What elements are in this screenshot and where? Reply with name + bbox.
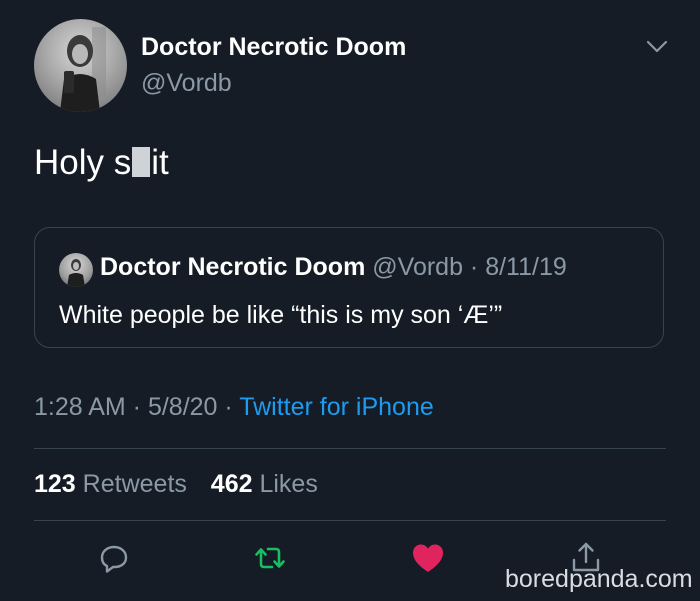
quoted-tweet-header: Doctor Necrotic Doom @Vordb · 8/11/19 bbox=[100, 253, 567, 282]
avatar-photo-icon bbox=[60, 27, 106, 112]
quoted-tweet-card[interactable]: Doctor Necrotic Doom @Vordb · 8/11/19 Wh… bbox=[34, 227, 664, 348]
censor-block bbox=[132, 147, 151, 177]
reply-icon[interactable] bbox=[96, 540, 132, 576]
tweet-meta: 1:28 AM · 5/8/20 · Twitter for iPhone bbox=[34, 393, 434, 422]
tweet-text-end: it bbox=[151, 143, 169, 182]
quoted-tweet-meta: @Vordb · 8/11/19 bbox=[372, 253, 567, 281]
engagement-stats: 123 Retweets 462 Likes bbox=[34, 470, 318, 499]
likes-label: Likes bbox=[259, 470, 318, 498]
author-handle[interactable]: @Vordb bbox=[141, 69, 232, 98]
tweet-source-link[interactable]: Twitter for iPhone bbox=[239, 393, 434, 421]
author-avatar[interactable] bbox=[34, 19, 127, 112]
retweets-label: Retweets bbox=[82, 470, 187, 498]
retweets-count: 123 bbox=[34, 470, 76, 498]
watermark: boredpanda.com bbox=[505, 565, 693, 593]
likes-count: 462 bbox=[210, 470, 253, 498]
tweet-text: Holy s it bbox=[34, 143, 169, 183]
divider bbox=[34, 448, 666, 449]
quoted-tweet-text: White people be like “this is my son ‘Æ’… bbox=[59, 301, 503, 329]
chevron-down-icon[interactable] bbox=[646, 40, 668, 54]
quoted-author-avatar bbox=[59, 253, 93, 287]
heart-icon[interactable] bbox=[410, 540, 446, 576]
avatar-photo-icon bbox=[67, 259, 85, 287]
likes-stat[interactable]: 462 Likes bbox=[211, 470, 318, 498]
tweet-text-start: Holy s bbox=[34, 143, 132, 182]
divider bbox=[34, 520, 666, 521]
author-display-name[interactable]: Doctor Necrotic Doom bbox=[141, 33, 406, 62]
tweet-timestamp[interactable]: 1:28 AM · 5/8/20 · bbox=[34, 393, 239, 421]
quoted-author-name: Doctor Necrotic Doom bbox=[100, 253, 366, 281]
retweets-stat[interactable]: 123 Retweets bbox=[34, 470, 187, 498]
retweet-icon[interactable] bbox=[252, 540, 288, 576]
